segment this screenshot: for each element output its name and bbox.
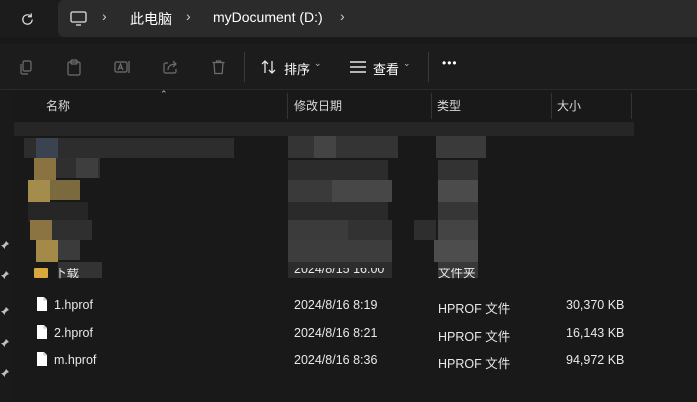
file-size: 16,143 KB [566, 326, 625, 340]
breadcrumb[interactable]: › 此电脑 › myDocument (D:) › [58, 0, 697, 37]
mosaic-block [36, 240, 58, 262]
column-header-size[interactable]: 大小 [557, 97, 581, 114]
mosaic-block [288, 202, 388, 220]
mosaic-block [288, 240, 392, 262]
folder-icon [34, 268, 48, 278]
column-divider[interactable] [631, 93, 632, 119]
sort-button[interactable]: 排序 [284, 59, 310, 78]
file-type: HPROF 文件 [438, 357, 511, 371]
mosaic-block [50, 180, 80, 200]
more-options-button[interactable]: ••• [442, 56, 458, 70]
pin-icon[interactable] [0, 238, 10, 249]
chevron-right-icon[interactable]: › [186, 8, 191, 24]
file-date: 2024/8/16 8:19 [294, 298, 378, 312]
mosaic-block [36, 138, 58, 158]
refresh-icon[interactable] [14, 6, 40, 32]
file-icon [36, 296, 48, 312]
rename-icon[interactable] [112, 57, 132, 77]
breadcrumb-drive[interactable]: myDocument (D:) [213, 9, 323, 25]
mosaic-block [288, 180, 332, 202]
file-size: 94,972 KB [566, 353, 625, 367]
paste-icon[interactable] [64, 57, 84, 77]
mosaic-block [14, 122, 634, 136]
file-name: 下载 [54, 268, 80, 280]
mosaic-block [438, 180, 478, 202]
monitor-icon[interactable] [68, 8, 88, 28]
mosaic-block [76, 158, 98, 178]
toolbar-divider [244, 52, 245, 82]
mosaic-block [414, 220, 436, 240]
pin-icon[interactable] [0, 268, 10, 279]
file-icon [36, 351, 48, 367]
file-icon [36, 324, 48, 340]
table-row[interactable]: 1.hprof 2024/8/16 8:19 HPROF 文件 30,370 K… [14, 292, 697, 320]
toolbar-divider [428, 52, 429, 82]
share-icon[interactable] [160, 57, 180, 77]
obscured-file-rows [14, 120, 697, 282]
mosaic-block [434, 240, 478, 262]
mosaic-block [30, 220, 52, 240]
mosaic-block [34, 158, 56, 182]
mosaic-block [438, 220, 478, 240]
file-type: HPROF 文件 [438, 330, 511, 344]
column-header-type[interactable]: 类型 [437, 97, 461, 114]
chevron-down-icon[interactable]: ⌄ [403, 58, 411, 69]
chevron-right-icon[interactable]: › [102, 8, 107, 24]
mosaic-block [28, 202, 88, 222]
column-divider[interactable] [287, 93, 288, 119]
table-row[interactable]: 2.hprof 2024/8/16 8:21 HPROF 文件 16,143 K… [14, 320, 697, 348]
column-header-row: 名称 修改日期 类型 大小 [14, 91, 697, 119]
mosaic-block [438, 160, 478, 180]
column-divider[interactable] [551, 93, 552, 119]
sort-icon[interactable] [259, 57, 279, 77]
column-header-date[interactable]: 修改日期 [294, 97, 342, 114]
chevron-right-icon[interactable]: › [340, 8, 345, 24]
file-type: 文件夹 [438, 268, 476, 280]
breadcrumb-this-pc[interactable]: 此电脑 [130, 9, 172, 29]
file-size: 30,370 KB [566, 298, 625, 312]
column-divider[interactable] [431, 93, 432, 119]
file-name: 2.hprof [54, 326, 93, 340]
file-date: 2024/8/16 8:36 [294, 353, 378, 367]
navigation-pane [0, 91, 14, 402]
file-date: 2024/8/16 8:21 [294, 326, 378, 340]
mosaic-block [314, 136, 336, 158]
mosaic-block [28, 180, 50, 202]
view-icon[interactable] [348, 57, 368, 77]
mosaic-block [436, 136, 486, 158]
address-bar: › 此电脑 › myDocument (D:) › [0, 0, 697, 37]
table-row[interactable]: m.hprof 2024/8/16 8:36 HPROF 文件 94,972 K… [14, 347, 697, 375]
chevron-down-icon[interactable]: ⌄ [314, 58, 322, 69]
mosaic-block [348, 220, 392, 240]
mosaic-block [288, 160, 388, 180]
pin-icon[interactable] [0, 304, 10, 315]
mosaic-block [438, 202, 478, 220]
file-name: m.hprof [54, 353, 97, 367]
file-name: 1.hprof [54, 298, 93, 312]
mosaic-block [52, 220, 92, 240]
pin-icon[interactable] [0, 366, 10, 377]
mosaic-block [58, 240, 80, 260]
column-header-name[interactable]: 名称 [46, 97, 70, 114]
delete-icon[interactable] [208, 57, 228, 77]
command-bar: 排序 ⌄ 查看 ⌄ ••• [0, 44, 697, 90]
pin-icon[interactable] [0, 336, 10, 347]
mosaic-block [288, 136, 398, 158]
mosaic-block [288, 220, 348, 240]
file-date: 2024/8/15 16:00 [294, 268, 385, 276]
mosaic-block [332, 180, 392, 202]
view-button[interactable]: 查看 [373, 59, 399, 78]
file-type: HPROF 文件 [438, 302, 511, 316]
copy-icon[interactable] [16, 57, 36, 77]
list-item[interactable]: 下载 2024/8/15 16:00 文件夹 [14, 268, 697, 284]
